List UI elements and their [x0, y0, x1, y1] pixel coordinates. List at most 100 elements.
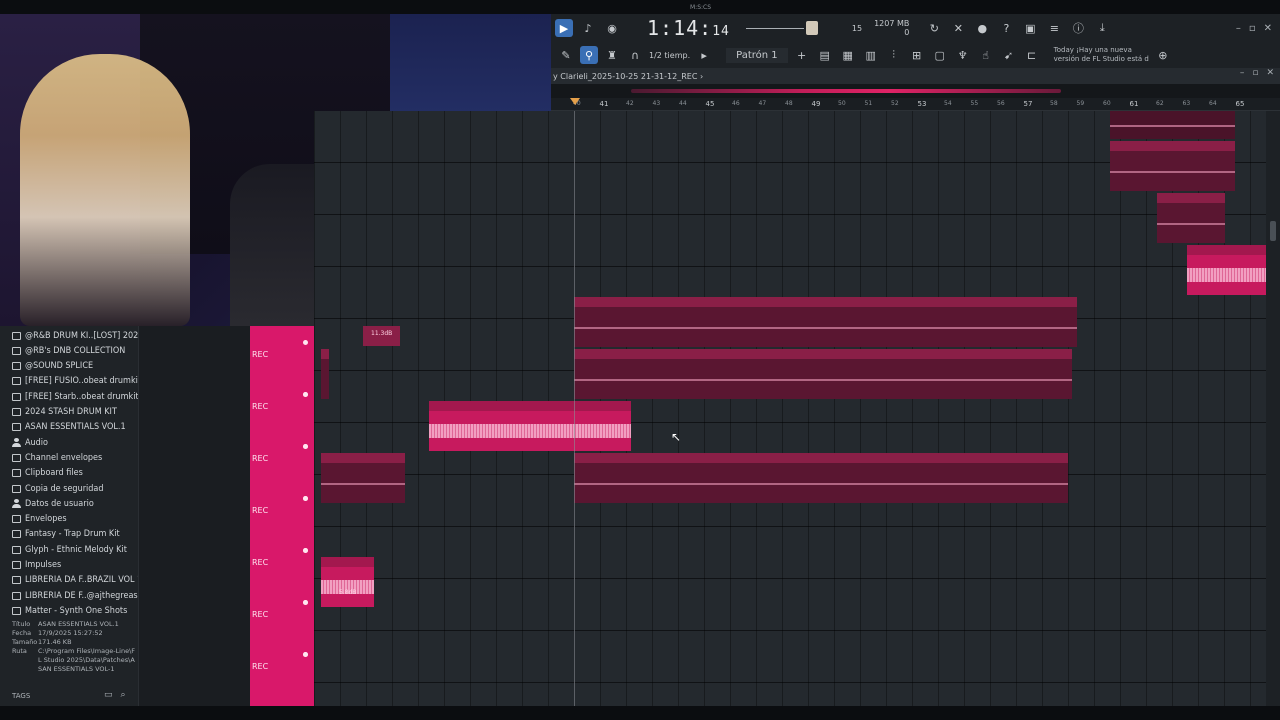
browser-item[interactable]: Channel envelopes [12, 450, 102, 465]
tools-icon[interactable]: ✕ [949, 19, 967, 37]
stamp-icon[interactable]: ♜ [603, 46, 621, 64]
browser-item[interactable]: Impulses [12, 558, 61, 573]
browser-info: Título ASAN ESSENTIALS VOL.1 Fecha 17/9/20… [12, 620, 136, 674]
record-mode-icon[interactable]: ◉ [603, 19, 621, 37]
browser-item[interactable]: Audio [12, 435, 48, 450]
audio-clip[interactable] [1110, 111, 1235, 139]
audio-clip[interactable]: ↦ untitled_2025-10-13 20-37-45_REC [429, 401, 631, 451]
track-label[interactable]: REC [252, 558, 268, 567]
timeline-ruler[interactable]: 40 41 42 43 44 45 46 47 48 49 50 51 52 53 54 55 56 57 58 59… [551, 98, 1280, 111]
pattern-selector[interactable]: Patrón 1 [726, 47, 788, 63]
track-label[interactable]: REC [252, 454, 268, 463]
tags-label[interactable]: TAGS [12, 692, 30, 700]
help-icon[interactable]: ? [997, 19, 1015, 37]
track-led-icon[interactable] [303, 548, 308, 553]
add-pattern-icon[interactable]: + [793, 46, 811, 64]
browser-item[interactable]: @SOUND SPLICE [12, 359, 93, 374]
cart-icon[interactable]: ⊏ [1023, 46, 1041, 64]
clock-sub: 14 [712, 24, 730, 39]
vscroll-thumb[interactable] [1270, 221, 1276, 241]
hscroll-thumb[interactable] [631, 89, 1061, 93]
playlist-maximize-icon[interactable]: ▫ [1252, 68, 1258, 78]
playlist-close-icon[interactable]: ✕ [1266, 68, 1274, 78]
track-label[interactable]: REC [252, 506, 268, 515]
playhead-marker[interactable] [570, 98, 580, 105]
piano-roll-icon[interactable]: ▦ [839, 46, 857, 64]
mixer-icon[interactable]: ≡ [1045, 19, 1063, 37]
play-pattern-icon[interactable]: ▸ [695, 46, 713, 64]
track-led-icon[interactable] [303, 444, 308, 449]
touch-icon[interactable]: ☝ [977, 46, 995, 64]
browser-item-label: Datos de usuario [25, 498, 94, 509]
track-led-icon[interactable] [303, 652, 308, 657]
brush-icon[interactable]: ➹ [1000, 46, 1018, 64]
track-label[interactable]: REC [252, 610, 268, 619]
track-led-icon[interactable] [303, 340, 308, 345]
globe-icon[interactable]: ⊕ [1154, 46, 1172, 64]
close-icon[interactable]: ✕ [1264, 23, 1272, 34]
track-label[interactable]: REC [252, 350, 268, 359]
news-ticker[interactable]: Today ¡Hay una nueva versión de FL Studi… [1054, 46, 1149, 64]
clip-waveform [574, 483, 1068, 485]
channel-rack-icon[interactable]: ▥ [862, 46, 880, 64]
track-led-icon[interactable] [303, 496, 308, 501]
export-icon[interactable]: ⤓ [1093, 19, 1111, 37]
audio-clip[interactable]: ✕ untitled_..4-48_REC [1157, 193, 1225, 243]
audio-clip[interactable]: ✕ Quisiera Nani ft FuxzeK Spydey Clariel… [574, 297, 1077, 347]
magnet-icon[interactable]: ∩ [626, 46, 644, 64]
playlist-vscroll[interactable] [1266, 111, 1280, 706]
link-icon[interactable]: ⚲ [580, 46, 598, 64]
audio-clip[interactable]: 11.3dB [363, 326, 400, 346]
plugin-picker-icon[interactable]: ♆ [954, 46, 972, 64]
undo-icon[interactable]: ↻ [925, 19, 943, 37]
track-label[interactable]: REC [252, 402, 268, 411]
audio-clip[interactable] [321, 349, 329, 399]
playlist-minimize-icon[interactable]: – [1240, 68, 1245, 78]
audio-clip[interactable]: ✕ Quisiera Nani ft FuxzeK Spydey Clariel… [574, 349, 1072, 399]
browser-item[interactable]: [FREE] FUSIO..obeat drumkit [12, 374, 141, 389]
maximize-icon[interactable]: ▫ [1249, 23, 1256, 34]
song-position-clock[interactable]: 1:14:14 [647, 16, 730, 40]
track-led-icon[interactable] [303, 600, 308, 605]
browser-icon[interactable]: ▢ [931, 46, 949, 64]
browser-item[interactable]: LIBRERIA DA F..BRAZIL VOL 1 [12, 573, 142, 588]
snap-selector[interactable]: 1/2 tiemp. [649, 51, 690, 60]
metronome-icon[interactable]: ♪ [579, 19, 597, 37]
audio-clip[interactable]: ↦ untitled_20..11-27_REC [1187, 245, 1266, 295]
plugin-icon[interactable]: ⊞ [908, 46, 926, 64]
browser-item[interactable]: Copia de seguridad [12, 481, 104, 496]
draw-tool-icon[interactable]: ✎ [557, 46, 575, 64]
playlist-icon[interactable]: ▤ [816, 46, 834, 64]
search-icon[interactable]: ⌕ [121, 690, 126, 700]
minimize-icon[interactable]: – [1236, 23, 1241, 34]
folder-icon[interactable]: ▭ [104, 690, 113, 700]
audio-clip[interactable]: ✕ untitled_20..-33-19_REC [321, 453, 405, 503]
track-label[interactable]: REC [252, 662, 268, 671]
audio-clip[interactable]: ✕ untitled_2025-10-13 19-52-24_REC [1110, 141, 1235, 191]
mic-icon[interactable]: ● [973, 19, 991, 37]
mixer-view-icon[interactable]: ⫶ [885, 46, 903, 64]
audio-clip[interactable]: ✕ Quisiera Nani ft FuxzeK ..2025-10-25 2… [574, 453, 1068, 503]
browser-item[interactable]: @RB's DNB COLLECTION [12, 343, 125, 358]
browser-item[interactable]: Glyph - Ethnic Melody Kit [12, 542, 127, 557]
browser-item[interactable]: ASAN ESSENTIALS VOL.1 [12, 420, 126, 435]
browser-item[interactable]: LIBRERIA DE F..@ajthegrease [12, 588, 143, 603]
browser-item[interactable]: 2024 STASH DRUM KIT [12, 405, 117, 420]
browser-item[interactable]: @R&B DRUM KI..[LOST] 2023 [12, 328, 144, 343]
pattern-song-toggle[interactable]: ▶ [555, 19, 573, 37]
playlist-hscroll[interactable] [551, 84, 1280, 98]
browser-item[interactable]: Fantasy - Trap Drum Kit [12, 527, 120, 542]
folder-icon [12, 576, 21, 585]
browser-item[interactable]: Envelopes [12, 512, 67, 527]
browser-item[interactable]: [FREE] Starb..obeat drumkit [12, 389, 139, 404]
master-volume-track[interactable] [745, 27, 804, 29]
browser-item[interactable]: Clipboard files [12, 466, 83, 481]
clip-name: ↦ untitle..4_REC [324, 558, 374, 565]
browser-item[interactable]: Datos de usuario [12, 496, 94, 511]
info-icon[interactable]: ⓘ [1069, 19, 1087, 37]
track-led-icon[interactable] [303, 392, 308, 397]
audio-clip[interactable]: ↦ untitle..4_REC 5.8dB [321, 557, 374, 607]
save-icon[interactable]: ▣ [1021, 19, 1039, 37]
master-volume-knob[interactable] [805, 21, 818, 35]
browser-item[interactable]: Matter - Synth One Shots [12, 603, 127, 618]
